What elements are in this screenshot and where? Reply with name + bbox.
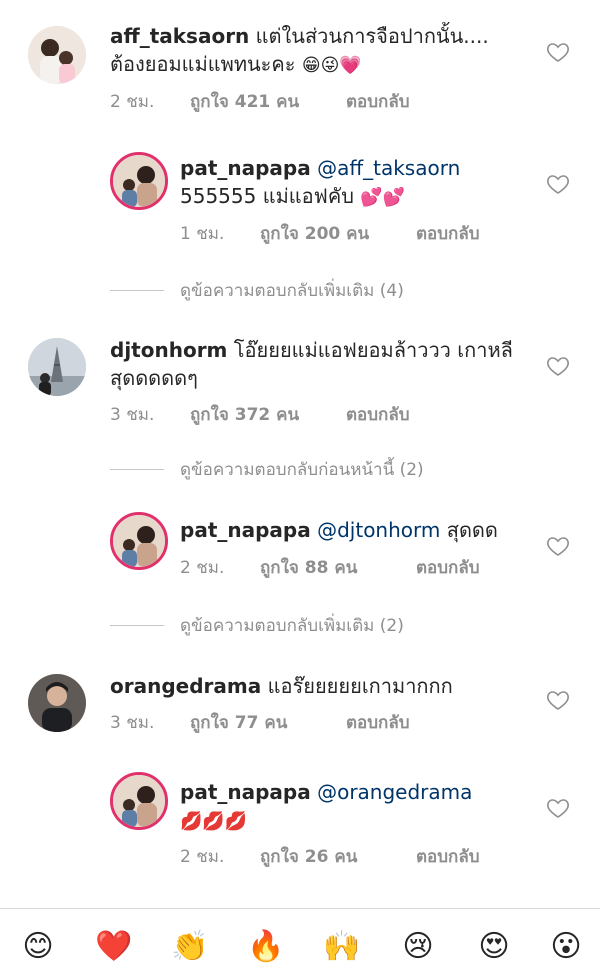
heart-outline-icon[interactable]: [546, 534, 570, 558]
divider-line: [110, 468, 164, 470]
username[interactable]: aff_taksaorn: [110, 24, 249, 48]
comment-meta: 1 ชม. ถูกใจ 200 คน ตอบกลับ: [180, 220, 480, 244]
comment-emoji: 💋💋💋: [180, 810, 248, 832]
reply-button[interactable]: ตอบกลับ: [346, 709, 410, 733]
avatar[interactable]: [110, 512, 168, 570]
comment-body: 555555 แม่แอฟคับ: [180, 184, 354, 208]
comment-text: orangedrama แอร๊ยยยยยเกามากกก: [110, 672, 515, 700]
reply-button[interactable]: ตอบกลับ: [346, 88, 410, 112]
comment-body: แอร๊ยยยยยเกามากกก: [267, 674, 453, 698]
reply-button[interactable]: ตอบกลับ: [346, 401, 410, 425]
avatar[interactable]: [28, 338, 86, 396]
heart-eyes-emoji-icon[interactable]: 😍: [474, 927, 514, 967]
like-count[interactable]: ถูกใจ 26 คน: [260, 843, 416, 867]
reply-button[interactable]: ตอบกลับ: [416, 843, 480, 867]
reply-button[interactable]: ตอบกลับ: [416, 220, 480, 244]
view-more-replies[interactable]: ดูข้อความตอบกลับเพิ่มเติม (4): [110, 277, 404, 303]
comment-emoji: 😁😜💗: [301, 54, 362, 76]
heart-outline-icon[interactable]: [546, 354, 570, 378]
avatar[interactable]: [28, 674, 86, 732]
fire-emoji-icon[interactable]: 🔥: [246, 927, 286, 967]
avatar[interactable]: [110, 772, 168, 830]
username[interactable]: pat_napapa: [180, 518, 311, 542]
view-more-replies[interactable]: ดูข้อความตอบกลับเพิ่มเติม (2): [110, 612, 404, 638]
mention-link[interactable]: @djtonhorm: [317, 518, 440, 542]
view-more-label: ดูข้อความตอบกลับเพิ่มเติม (2): [180, 615, 404, 636]
divider-line: [110, 624, 164, 626]
like-count[interactable]: ถูกใจ 372 คน: [190, 401, 346, 425]
avatar[interactable]: [110, 152, 168, 210]
comment-meta: 2 ชม. ถูกใจ 421 คน ตอบกลับ: [110, 88, 410, 112]
like-count[interactable]: ถูกใจ 77 คน: [190, 709, 346, 733]
comment-text: pat_napapa @orangedrama 💋💋💋: [180, 778, 510, 834]
raised-hands-emoji-icon[interactable]: 🙌: [322, 927, 362, 967]
timestamp: 2 ชม.: [180, 558, 225, 578]
username[interactable]: orangedrama: [110, 674, 261, 698]
comment-text: djtonhorm โอ๊ยยยแม่แอฟยอมล้าววว เกาหลีสุ…: [110, 336, 515, 392]
comment-text: pat_napapa @djtonhorm สุดดด: [180, 516, 520, 544]
heart-outline-icon[interactable]: [546, 40, 570, 64]
timestamp: 2 ชม.: [180, 847, 225, 867]
like-count[interactable]: ถูกใจ 88 คน: [260, 554, 416, 578]
avatar[interactable]: [28, 26, 86, 84]
surprised-emoji-icon[interactable]: 😮: [546, 927, 586, 967]
emoji-reaction-bar: 😊 ❤️ 👏 🔥 🙌 😢 😍 😮: [0, 908, 600, 964]
mention-link[interactable]: @orangedrama: [317, 780, 472, 804]
comment-meta: 3 ชม. ถูกใจ 77 คน ตอบกลับ: [110, 709, 410, 733]
username[interactable]: djtonhorm: [110, 338, 227, 362]
clap-emoji-icon[interactable]: 👏: [170, 927, 210, 967]
username[interactable]: pat_napapa: [180, 156, 311, 180]
comment-meta: 3 ชม. ถูกใจ 372 คน ตอบกลับ: [110, 401, 410, 425]
mention-link[interactable]: @aff_taksaorn: [317, 156, 460, 180]
heart-outline-icon[interactable]: [546, 688, 570, 712]
timestamp: 3 ชม.: [110, 713, 155, 733]
heart-emoji-icon[interactable]: ❤️: [94, 927, 134, 967]
comment-meta: 2 ชม. ถูกใจ 88 คน ตอบกลับ: [180, 554, 480, 578]
heart-outline-icon[interactable]: [546, 796, 570, 820]
heart-outline-icon[interactable]: [546, 172, 570, 196]
timestamp: 1 ชม.: [180, 224, 225, 244]
username[interactable]: pat_napapa: [180, 780, 311, 804]
comment-text: pat_napapa @aff_taksaorn 555555 แม่แอฟคั…: [180, 154, 500, 210]
crying-emoji-icon[interactable]: 😢: [398, 927, 438, 967]
view-previous-label: ดูข้อความตอบกลับก่อนหน้านี้ (2): [180, 459, 424, 480]
like-count[interactable]: ถูกใจ 200 คน: [260, 220, 416, 244]
view-more-label: ดูข้อความตอบกลับเพิ่มเติม (4): [180, 280, 404, 301]
timestamp: 2 ชม.: [110, 92, 155, 112]
like-count[interactable]: ถูกใจ 421 คน: [190, 88, 346, 112]
divider-line: [110, 289, 164, 291]
comment-text: aff_taksaorn แต่ในส่วนการจือปากนั้น.... …: [110, 22, 515, 78]
comment-meta: 2 ชม. ถูกใจ 26 คน ตอบกลับ: [180, 843, 480, 867]
timestamp: 3 ชม.: [110, 405, 155, 425]
reply-button[interactable]: ตอบกลับ: [416, 554, 480, 578]
smile-emoji-icon[interactable]: 😊: [18, 927, 58, 967]
view-previous-replies[interactable]: ดูข้อความตอบกลับก่อนหน้านี้ (2): [110, 456, 424, 482]
comment-emoji: 💕💕: [360, 186, 406, 208]
comment-body: สุดดด: [446, 518, 498, 542]
